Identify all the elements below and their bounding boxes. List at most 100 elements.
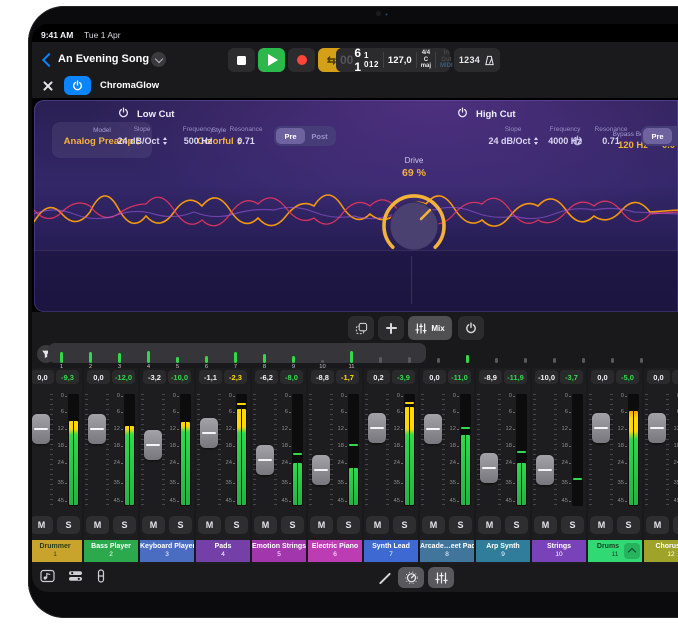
fader-track[interactable]: 061218243545 — [308, 388, 362, 510]
lcd-display[interactable]: 006 11 012 127,0 4/4C maj In OutMIDI — [336, 48, 450, 72]
mute-button[interactable]: M — [478, 516, 501, 534]
high-cut-power-button[interactable] — [457, 107, 468, 121]
volume-value[interactable]: 0,0 — [87, 370, 110, 384]
mute-button[interactable]: M — [310, 516, 333, 534]
fader-handle[interactable] — [256, 445, 274, 475]
volume-value[interactable]: -8,9 — [479, 370, 502, 384]
key-signature-display[interactable]: 4/4C maj — [417, 52, 436, 68]
mute-button[interactable]: M — [254, 516, 277, 534]
track-name-bar[interactable]: Chorus V12 — [644, 540, 678, 562]
track-name-bar[interactable]: Drummer1 — [32, 540, 82, 562]
fader-handle[interactable] — [592, 413, 610, 443]
mute-button[interactable]: M — [646, 516, 669, 534]
track-name-bar[interactable]: Bass Player2 — [84, 540, 138, 562]
add-track-button[interactable] — [378, 316, 404, 340]
duplicate-button[interactable] — [348, 316, 374, 340]
track-name-bar[interactable]: Electric Piano6 — [308, 540, 362, 562]
track-name-bar[interactable]: Pads4 — [196, 540, 250, 562]
channel-strip[interactable]: -3,2-10,0061218243545MSKeyboard Player3 — [140, 368, 194, 564]
solo-button[interactable]: S — [57, 516, 80, 534]
count-in-metronome-button[interactable]: 1234 — [454, 48, 500, 72]
fader-view-button[interactable] — [96, 569, 106, 588]
track-name-bar[interactable]: Arcade…eet Pad8 — [420, 540, 474, 562]
song-menu-button[interactable] — [151, 52, 166, 67]
browser-button[interactable] — [40, 569, 55, 588]
fader-handle[interactable] — [200, 418, 218, 448]
mute-button[interactable]: M — [590, 516, 613, 534]
fader-handle[interactable] — [88, 414, 106, 444]
mute-button[interactable]: M — [534, 516, 557, 534]
volume-value[interactable]: -1,1 — [199, 370, 222, 384]
fader-handle[interactable] — [536, 455, 554, 485]
back-button[interactable] — [40, 52, 54, 68]
channel-strip[interactable]: 0,0-12,0061218243545MSBass Player2 — [84, 368, 138, 564]
track-name-bar[interactable]: Keyboard Player3 — [140, 540, 194, 562]
fader-track[interactable]: 061218243545 — [420, 388, 474, 510]
mute-button[interactable]: M — [198, 516, 221, 534]
mute-button[interactable]: M — [86, 516, 109, 534]
channel-strip[interactable]: -6,2-8,0061218243545MSEmotion Strings5 — [252, 368, 306, 564]
mixer-power-button[interactable] — [458, 316, 484, 340]
channel-strip[interactable]: -8,8-1,7061218243545MSElectric Piano6 — [308, 368, 362, 564]
post-tab[interactable]: Post — [672, 128, 678, 144]
mixer-view-button[interactable] — [428, 567, 454, 588]
volume-value[interactable]: -6,2 — [255, 370, 278, 384]
fader-track[interactable]: 061218243545 — [476, 388, 530, 510]
stop-button[interactable] — [228, 48, 255, 72]
pre-tab[interactable]: Pre — [643, 128, 672, 144]
solo-button[interactable]: S — [505, 516, 528, 534]
song-title[interactable]: An Evening Song — [58, 53, 149, 65]
controls-view-button[interactable] — [398, 567, 424, 588]
solo-button[interactable]: S — [561, 516, 584, 534]
fader-handle[interactable] — [648, 413, 666, 443]
playhead-position[interactable]: 006 11 012 — [336, 52, 384, 68]
record-button[interactable] — [288, 48, 315, 72]
tempo-display[interactable]: 127,0 — [384, 52, 417, 68]
channel-strip[interactable]: 0,2-3,9061218243545MSSynth Lead7 — [364, 368, 418, 564]
pre-tab[interactable]: Pre — [276, 128, 305, 144]
fader-handle[interactable] — [480, 453, 498, 483]
close-icon[interactable] — [42, 80, 54, 92]
low-cut-pre-post[interactable]: Pre Post — [274, 126, 336, 146]
channel-strip[interactable]: -8,9-11,9061218243545MSArp Synth9 — [476, 368, 530, 564]
track-name-bar[interactable]: Arp Synth9 — [476, 540, 530, 562]
solo-button[interactable]: S — [673, 516, 678, 534]
fader-track[interactable]: 061218243545 — [140, 388, 194, 510]
mute-button[interactable]: M — [422, 516, 445, 534]
fader-track[interactable]: 061218243545 — [364, 388, 418, 510]
mix-view-button[interactable]: Mix — [408, 316, 452, 340]
collapse-plugin-button[interactable] — [624, 543, 640, 559]
low-cut-slope[interactable]: Slope 24 dB/Oct — [110, 126, 174, 146]
solo-button[interactable]: S — [337, 516, 360, 534]
post-tab[interactable]: Post — [305, 128, 334, 144]
track-name-bar[interactable]: Emotion Strings5 — [252, 540, 306, 562]
fader-handle[interactable] — [368, 413, 386, 443]
volume-value[interactable]: 0,0 — [647, 370, 670, 384]
solo-button[interactable]: S — [169, 516, 192, 534]
channel-strip[interactable]: -1,1-2,3061218243545MSPads4 — [196, 368, 250, 564]
plugin-power-button[interactable] — [64, 76, 91, 95]
high-cut-pre-post[interactable]: Pre Post — [641, 126, 678, 146]
solo-button[interactable]: S — [617, 516, 640, 534]
channel-strip[interactable]: 0,0061218243545MSChorus V12 — [644, 368, 678, 564]
volume-value[interactable]: -8,8 — [311, 370, 334, 384]
solo-button[interactable]: S — [281, 516, 304, 534]
solo-button[interactable]: S — [393, 516, 416, 534]
volume-value[interactable]: -3,2 — [143, 370, 166, 384]
volume-value[interactable]: -10,0 — [535, 370, 558, 384]
track-name-bar[interactable]: Synth Lead7 — [364, 540, 418, 562]
track-name-bar[interactable]: Drums11 — [588, 540, 642, 562]
fader-track[interactable]: 061218243545 — [84, 388, 138, 510]
pencil-icon[interactable] — [379, 572, 391, 584]
mute-button[interactable]: M — [366, 516, 389, 534]
fader-track[interactable]: 061218243545 — [196, 388, 250, 510]
fader-handle[interactable] — [312, 455, 330, 485]
channel-strip[interactable]: 0,0-5,0061218243545MSDrums11 — [588, 368, 642, 564]
mute-button[interactable]: M — [142, 516, 165, 534]
channel-strip[interactable]: 0,0-9,3061218243545MSDrummer1 — [32, 368, 82, 564]
channel-strip[interactable]: 0,0-11,0061218243545MSArcade…eet Pad8 — [420, 368, 474, 564]
fader-handle[interactable] — [424, 414, 442, 444]
low-cut-power-button[interactable] — [118, 107, 129, 121]
overview-viewport[interactable] — [48, 343, 426, 363]
fader-track[interactable]: 061218243545 — [252, 388, 306, 510]
